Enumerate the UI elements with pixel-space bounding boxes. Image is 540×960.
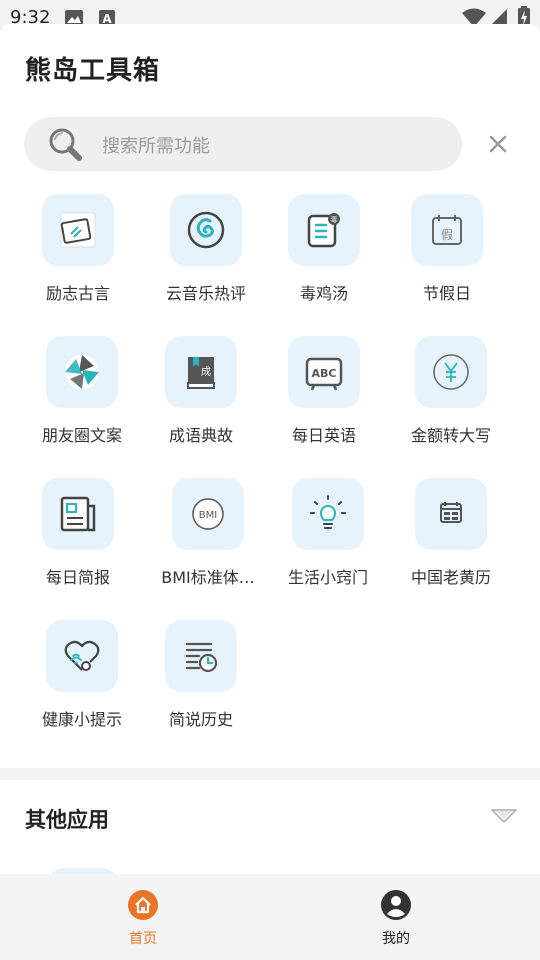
tool-label: 云音乐热评 xyxy=(165,284,246,303)
tool-tile-idioms[interactable]: 成 成语典故 xyxy=(141,336,261,456)
svg-text:ABC: ABC xyxy=(312,367,337,380)
card-icon xyxy=(42,194,114,266)
almanac-calendar-icon xyxy=(415,478,487,550)
netease-music-icon xyxy=(170,194,242,266)
tool-label: 生活小窍门 xyxy=(287,568,368,587)
section-divider xyxy=(0,768,540,780)
svg-text:BMI: BMI xyxy=(199,510,217,521)
search-input[interactable]: 搜索所需功能 xyxy=(102,132,210,158)
tool-tile-health-tips[interactable]: 健康小提示 xyxy=(22,620,142,740)
tool-tile-life-tips[interactable]: 生活小窍门 xyxy=(268,478,388,598)
tool-tile-daily-brief[interactable]: 每日简报 xyxy=(18,478,138,598)
page-title: 熊岛工具箱 xyxy=(25,56,161,86)
newspaper-icon xyxy=(42,478,114,550)
yen-icon xyxy=(415,336,487,408)
tool-label: 金额转大写 xyxy=(410,426,491,445)
tab-home-label: 首页 xyxy=(129,931,157,947)
svg-text:毒: 毒 xyxy=(331,215,338,224)
tool-label: 成语典故 xyxy=(168,426,233,445)
tool-tile-history[interactable]: 简说历史 xyxy=(141,620,261,740)
tool-tile-amount-uppercase[interactable]: 金额转大写 xyxy=(391,336,511,456)
tool-label: 简说历史 xyxy=(168,710,233,729)
lightbulb-icon xyxy=(292,478,364,550)
tool-tile-daily-english[interactable]: ABC 每日英语 xyxy=(264,336,384,456)
abc-board-icon: ABC xyxy=(288,336,360,408)
user-icon xyxy=(381,890,411,920)
section-title: 其他应用 xyxy=(25,808,109,832)
home-icon xyxy=(128,890,158,920)
svg-text:成: 成 xyxy=(201,366,211,378)
main-card: 熊岛工具箱 搜索所需功能 励志古言 云音乐热评 毒 毒鸡汤 假 节假日 朋友圈文… xyxy=(0,24,540,768)
aperture-icon xyxy=(46,336,118,408)
tool-label: 毒鸡汤 xyxy=(299,284,348,303)
other-apps-section[interactable]: 其他应用 xyxy=(0,780,540,888)
idiom-book-icon: 成 xyxy=(165,336,237,408)
clear-search-button[interactable] xyxy=(486,132,510,156)
svg-text:假: 假 xyxy=(441,228,453,242)
chevron-down-icon[interactable] xyxy=(490,806,518,830)
search-icon xyxy=(46,126,86,168)
close-icon xyxy=(489,135,507,153)
tool-tile-holidays[interactable]: 假 节假日 xyxy=(387,194,507,314)
bmi-icon: BMI xyxy=(172,478,244,550)
tool-tile-toxic-soup[interactable]: 毒 毒鸡汤 xyxy=(264,194,384,314)
tool-tile-quotes[interactable]: 励志古言 xyxy=(18,194,138,314)
tool-label: 朋友圈文案 xyxy=(41,426,122,445)
tab-mine-label: 我的 xyxy=(382,931,410,947)
tool-label: 励志古言 xyxy=(45,284,110,303)
tool-tile-music-comments[interactable]: 云音乐热评 xyxy=(146,194,266,314)
tool-label: 每日英语 xyxy=(291,426,356,445)
tool-tile-moments-copy[interactable]: 朋友圈文案 xyxy=(22,336,142,456)
tool-label: 每日简报 xyxy=(45,568,110,587)
calendar-holiday-icon: 假 xyxy=(411,194,483,266)
tool-label: 节假日 xyxy=(422,284,471,303)
tool-label: BMI标准体… xyxy=(161,568,255,587)
tool-label: 中国老黄历 xyxy=(410,568,491,587)
document-badge-icon: 毒 xyxy=(288,194,360,266)
search-bar[interactable]: 搜索所需功能 xyxy=(24,117,462,171)
tool-tile-bmi[interactable]: BMI BMI标准体… xyxy=(148,478,268,598)
tab-home[interactable]: 首页 xyxy=(83,890,203,948)
tool-label: 健康小提示 xyxy=(41,710,122,729)
tool-tile-almanac[interactable]: 中国老黄历 xyxy=(391,478,511,598)
heart-stethoscope-icon xyxy=(46,620,118,692)
tab-mine[interactable]: 我的 xyxy=(336,890,456,948)
bottom-tab-bar: 首页 我的 xyxy=(0,874,540,960)
history-list-icon xyxy=(165,620,237,692)
